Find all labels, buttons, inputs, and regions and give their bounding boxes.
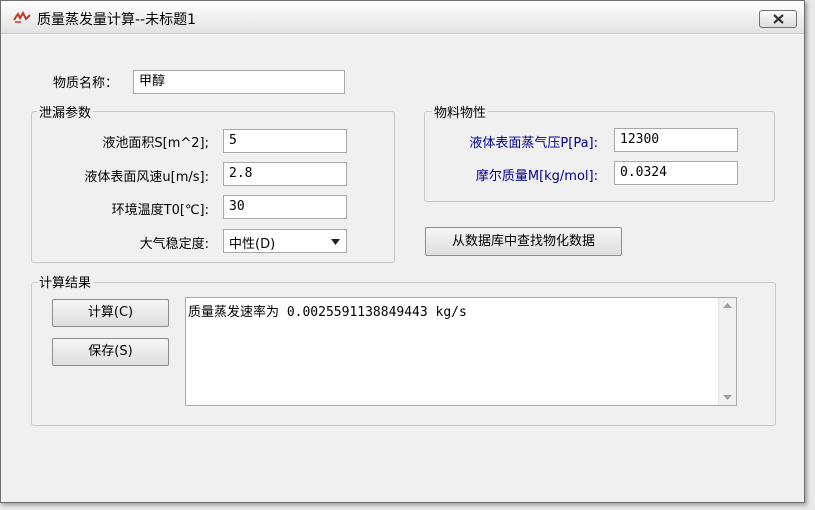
title-bar[interactable]: 质量蒸发量计算--未标题1 bbox=[1, 1, 804, 34]
leak-params-title: 泄漏参数 bbox=[37, 102, 94, 121]
vapor-pressure-input[interactable]: 12300 bbox=[614, 128, 738, 152]
wind-speed-label: 液体表面风速u[m/s]: bbox=[84, 170, 209, 185]
lookup-database-button[interactable]: 从数据库中查找物化数据 bbox=[425, 227, 622, 256]
result-text: 质量蒸发速率为 0.0025591138849443 kg/s bbox=[188, 305, 467, 320]
window-title: 质量蒸发量计算--未标题1 bbox=[37, 12, 197, 28]
stability-select[interactable]: 中性(D) bbox=[223, 229, 347, 253]
close-button[interactable] bbox=[759, 10, 797, 28]
ambient-temp-label: 环境温度T0[℃]: bbox=[111, 203, 209, 218]
material-props-group bbox=[424, 111, 775, 202]
scroll-up-icon[interactable] bbox=[723, 303, 732, 308]
molar-mass-input[interactable]: 0.0324 bbox=[614, 161, 738, 185]
results-title: 计算结果 bbox=[37, 272, 94, 291]
app-window: 质量蒸发量计算--未标题1 物质名称： 甲醇 泄漏参数 液池面积S[m^2]; … bbox=[0, 0, 805, 503]
material-props-title: 物料物性 bbox=[432, 102, 489, 121]
stability-value: 中性(D) bbox=[229, 237, 276, 252]
close-icon bbox=[773, 14, 784, 24]
result-textarea[interactable]: 质量蒸发速率为 0.0025591138849443 kg/s bbox=[185, 297, 737, 406]
stability-label: 大气稳定度: bbox=[139, 237, 209, 252]
calculate-button[interactable]: 计算(C) bbox=[52, 299, 169, 327]
scroll-down-icon[interactable] bbox=[723, 395, 732, 400]
pool-area-input[interactable]: 5 bbox=[223, 129, 347, 153]
ambient-temp-input[interactable]: 30 bbox=[223, 195, 347, 219]
app-icon bbox=[13, 11, 31, 23]
wind-speed-input[interactable]: 2.8 bbox=[223, 162, 347, 186]
substance-input[interactable]: 甲醇 bbox=[133, 70, 345, 94]
substance-label: 物质名称： bbox=[53, 76, 119, 91]
save-button[interactable]: 保存(S) bbox=[52, 338, 169, 366]
pool-area-label: 液池面积S[m^2]; bbox=[102, 136, 209, 151]
molar-mass-label: 摩尔质量M[kg/mol]: bbox=[475, 169, 598, 184]
result-scrollbar[interactable] bbox=[718, 298, 736, 405]
chevron-down-icon bbox=[331, 239, 340, 245]
vapor-pressure-label: 液体表面蒸气压P[Pa]: bbox=[469, 136, 598, 151]
